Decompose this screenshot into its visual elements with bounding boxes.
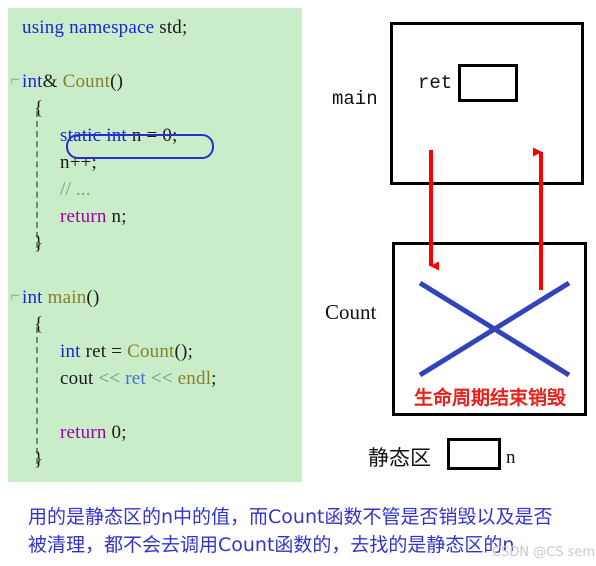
static-variable-n-label: n [506,447,516,468]
lifetime-end-destroyed-text: 生命周期结束销毁 [413,387,566,409]
static-area-label: 静态区 [368,446,431,470]
static-area-box [447,438,501,470]
count-frame-label: Count [325,300,377,324]
main-stack-frame-box [390,22,584,185]
ret-variable-box [458,64,518,102]
watermark: CSDN @CS semi [492,545,596,560]
caption-line-1: 用的是静态区的n中的值，而Count函数不管是否销毁以及是否 [28,506,553,528]
stack-diagram: main Count ret 静态区 n 生命周期结束销毁 [0,0,596,500]
ret-label: ret [418,72,453,94]
main-frame-label: main [332,88,378,110]
